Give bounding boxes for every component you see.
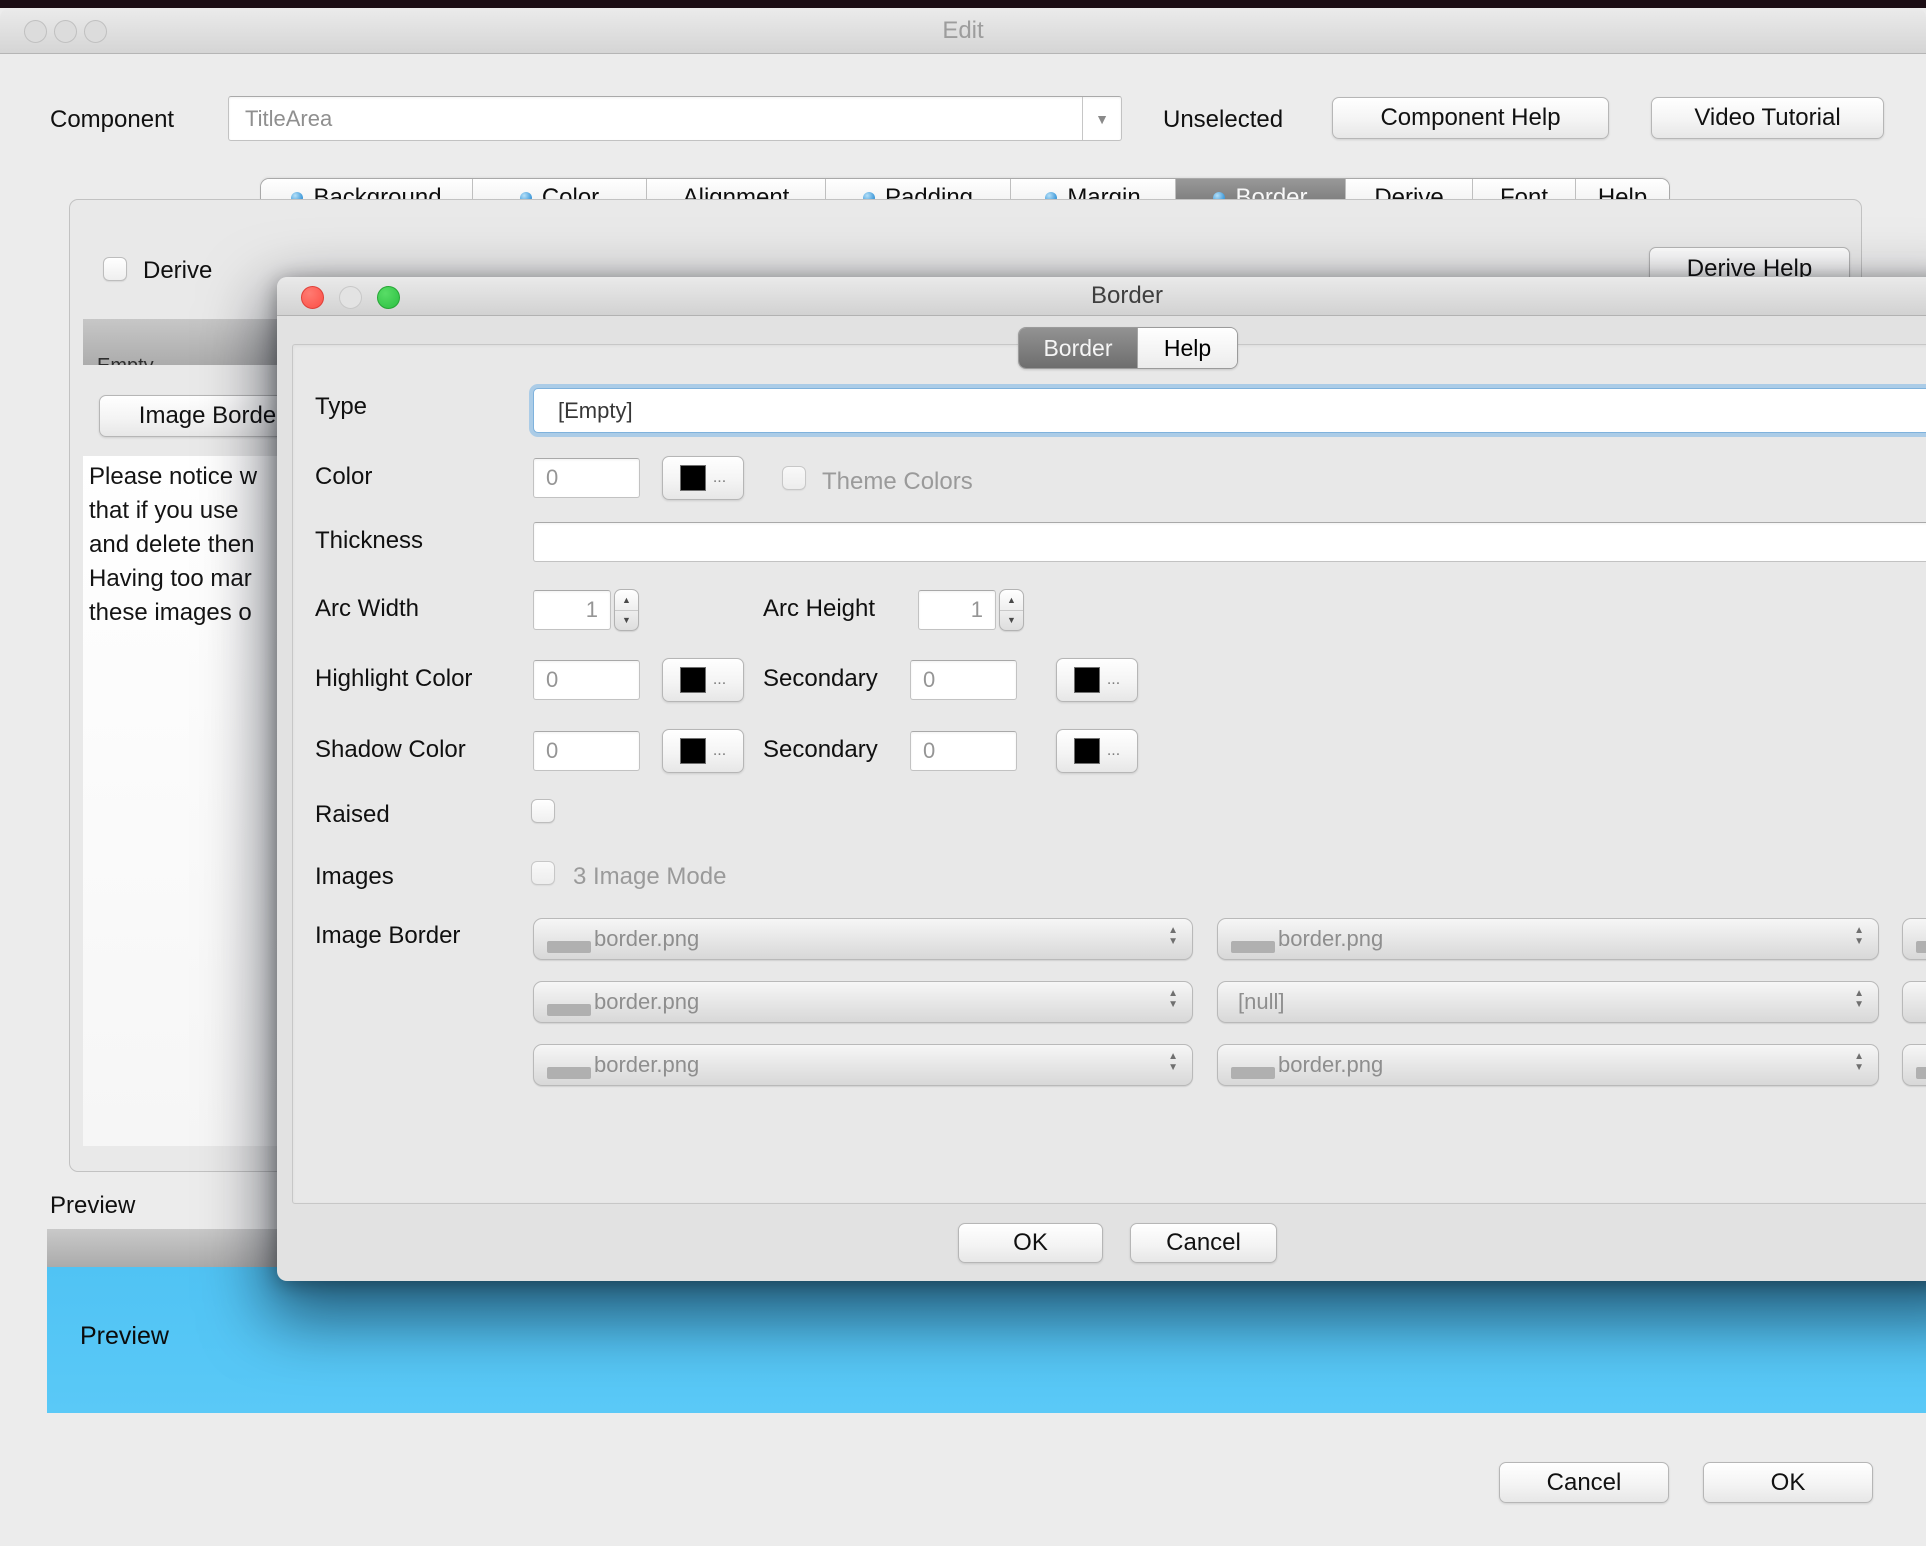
raised-checkbox[interactable] [531, 799, 555, 823]
image-border-combo-r2c3[interactable] [1902, 981, 1926, 1023]
dialog-ok-button[interactable]: OK [958, 1223, 1103, 1263]
arc-width-stepper[interactable]: ▲ ▼ [614, 589, 639, 631]
stepper-arrows-icon: ▲ ▼ [1854, 988, 1864, 1010]
image-border-combo-r2c1[interactable]: border.png ▲ ▼ [533, 981, 1193, 1023]
thickness-field[interactable] [533, 522, 1926, 562]
highlight-color-field[interactable]: 0 [533, 660, 640, 700]
arc-width-field[interactable]: 1 [533, 590, 611, 630]
derive-checkbox-label: Derive [143, 257, 213, 284]
image-thumbnail [1916, 1067, 1926, 1079]
color-swatch [1073, 738, 1100, 764]
highlight-color-label: Highlight Color [315, 665, 473, 692]
type-combobox-value: [Empty] [558, 397, 633, 423]
stepper-up-icon[interactable]: ▲ [615, 590, 638, 611]
arc-width-label: Arc Width [315, 595, 420, 622]
unselected-status: Unselected [1163, 106, 1284, 133]
border-dialog: Border Border Help Type [Empty] Color 0 … [277, 277, 1926, 1281]
images-label: Images [315, 863, 394, 890]
image-thumbnail [547, 1004, 591, 1016]
three-image-mode-checkbox[interactable] [531, 861, 555, 885]
stepper-up-icon[interactable]: ▲ [1000, 590, 1023, 611]
color-swatch [1073, 667, 1100, 693]
video-tutorial-button[interactable]: Video Tutorial [1651, 97, 1884, 139]
image-border-notice-text: Please notice w that if you use and dele… [83, 456, 295, 1146]
component-combobox[interactable]: TitleArea ▼ [228, 96, 1122, 141]
color-label: Color [315, 463, 373, 490]
highlight-secondary-label: Secondary [763, 665, 878, 692]
shadow-secondary-label: Secondary [763, 736, 878, 763]
raised-label: Raised [315, 801, 390, 828]
border-dialog-tabbar: Border Help [1018, 327, 1238, 369]
image-thumbnail [547, 941, 591, 953]
dialog-cancel-button[interactable]: Cancel [1130, 1223, 1277, 1263]
preview-component-text: Preview [80, 1322, 169, 1350]
preview-label: Preview [50, 1192, 136, 1219]
theme-colors-label: Theme Colors [822, 468, 973, 495]
image-border-combo-r1c3[interactable] [1902, 918, 1926, 960]
image-thumbnail [547, 1067, 591, 1079]
image-thumbnail [1231, 941, 1275, 953]
image-border-combo-r1c1[interactable]: border.png ▲ ▼ [533, 918, 1193, 960]
component-help-button[interactable]: Component Help [1332, 97, 1609, 139]
color-field[interactable]: 0 [533, 458, 640, 498]
highlight-secondary-field[interactable]: 0 [910, 660, 1017, 700]
stepper-arrows-icon: ▲ ▼ [1854, 1051, 1864, 1073]
image-border-combo-r1c2[interactable]: border.png ▲ ▼ [1217, 918, 1879, 960]
derive-checkbox[interactable] [103, 257, 127, 281]
component-combobox-value: TitleArea [245, 105, 333, 131]
highlight-secondary-picker-button[interactable]: ... [1056, 658, 1138, 702]
stepper-arrows-icon: ▲ ▼ [1854, 925, 1864, 947]
dialog-tab-help[interactable]: Help [1137, 328, 1237, 368]
image-border-combo-r3c1[interactable]: border.png ▲ ▼ [533, 1044, 1193, 1086]
type-label: Type [315, 393, 368, 420]
color-swatch [679, 667, 706, 693]
arc-height-field[interactable]: 1 [918, 590, 996, 630]
stepper-arrows-icon: ▲ ▼ [1168, 988, 1178, 1010]
stepper-down-icon[interactable]: ▼ [1000, 611, 1023, 631]
border-type-list-item[interactable]: Empty [83, 319, 295, 365]
shadow-secondary-picker-button[interactable]: ... [1056, 729, 1138, 773]
arc-height-label: Arc Height [763, 595, 876, 622]
stepper-down-icon[interactable]: ▼ [615, 611, 638, 631]
component-label: Component [50, 106, 175, 133]
border-dialog-title: Border [1090, 282, 1164, 309]
stepper-arrows-icon: ▲ ▼ [1168, 925, 1178, 947]
arc-height-stepper[interactable]: ▲ ▼ [999, 589, 1024, 631]
highlight-color-picker-button[interactable]: ... [662, 658, 744, 702]
image-thumbnail [1231, 1067, 1275, 1079]
stepper-arrows-icon: ▲ ▼ [1168, 1051, 1178, 1073]
image-border-combo-r2c2[interactable]: [null] ▲ ▼ [1217, 981, 1879, 1023]
shadow-color-picker-button[interactable]: ... [662, 729, 744, 773]
edit-cancel-button[interactable]: Cancel [1499, 1462, 1669, 1503]
desktop-edge [0, 0, 1926, 8]
shadow-color-field[interactable]: 0 [533, 731, 640, 771]
color-swatch [679, 738, 706, 764]
color-swatch [679, 465, 706, 491]
theme-colors-checkbox[interactable] [782, 466, 806, 490]
image-border-combo-r3c3[interactable] [1902, 1044, 1926, 1086]
image-border-label: Image Border [315, 922, 461, 949]
chevron-down-icon[interactable]: ▼ [1082, 97, 1121, 140]
thickness-label: Thickness [315, 527, 424, 554]
edit-ok-button[interactable]: OK [1703, 1462, 1873, 1503]
preview-rendering: Preview [47, 1267, 1926, 1413]
window-title: Edit [942, 17, 984, 44]
type-combobox[interactable]: [Empty] [533, 388, 1926, 433]
shadow-color-label: Shadow Color [315, 736, 466, 763]
three-image-mode-label: 3 Image Mode [573, 863, 727, 890]
shadow-secondary-field[interactable]: 0 [910, 731, 1017, 771]
color-picker-button[interactable]: ... [662, 456, 744, 500]
dialog-tab-border[interactable]: Border [1019, 328, 1137, 368]
image-border-combo-r3c2[interactable]: border.png ▲ ▼ [1217, 1044, 1879, 1086]
image-thumbnail [1916, 941, 1926, 953]
